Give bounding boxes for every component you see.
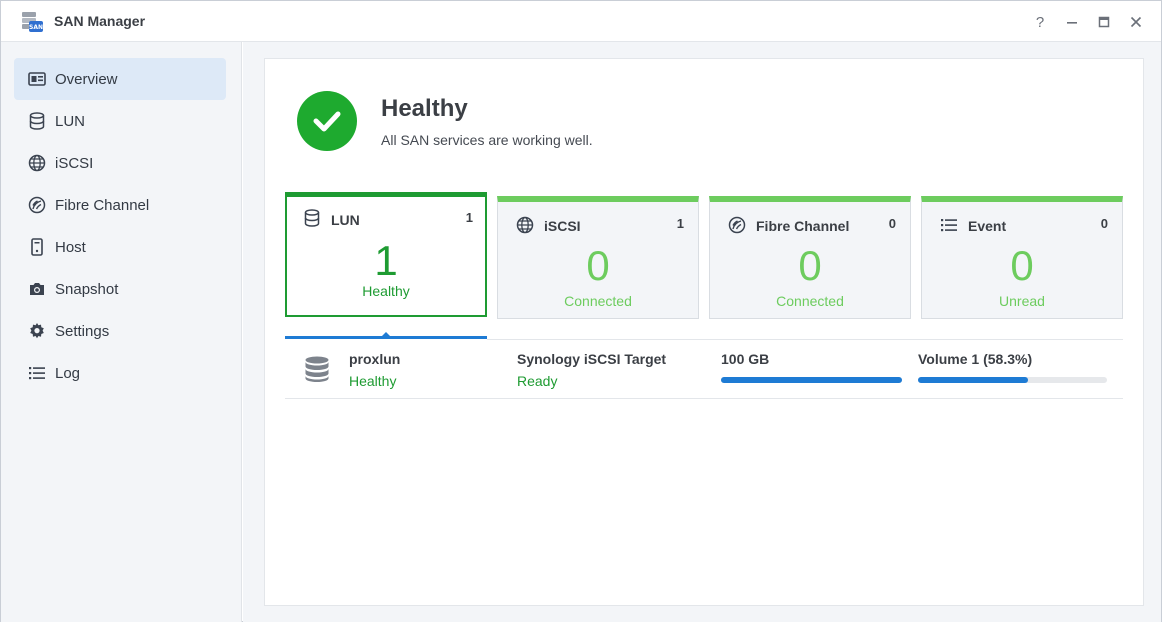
globe-icon: [28, 154, 46, 172]
card-value: 0: [1010, 242, 1034, 289]
fibre-channel-icon: [28, 196, 46, 214]
maximize-button[interactable]: [1093, 11, 1115, 33]
sidebar-item-label: Overview: [55, 70, 118, 88]
host-icon: [28, 238, 46, 256]
volume-usage: Volume 1 (58.3%): [918, 351, 1033, 367]
sidebar-item-fibre-channel[interactable]: Fibre Channel: [14, 184, 226, 226]
volume-usage-bar-fill: [918, 377, 1029, 383]
san-manager-app-icon: SAN: [22, 12, 43, 32]
status-healthy-badge: [297, 91, 357, 151]
card-count: 1: [465, 210, 473, 225]
gear-icon: [28, 322, 46, 340]
lun-name: proxlun: [349, 351, 401, 367]
lun-size-bar-fill: [721, 377, 902, 383]
card-event[interactable]: Event 0 0 Unread: [921, 196, 1123, 319]
card-value: 0: [798, 242, 822, 289]
card-lun[interactable]: LUN 1 1 Healthy: [285, 192, 487, 317]
database-icon: [303, 209, 321, 227]
card-state: Healthy: [362, 283, 410, 299]
minimize-button[interactable]: [1061, 11, 1083, 33]
sidebar-item-label: LUN: [55, 112, 86, 130]
list-icon: [28, 364, 46, 382]
card-title: iSCSI: [544, 218, 581, 234]
san-manager-window: SAN SAN Manager ? Overview LUN iSCSI Fib…: [0, 0, 1162, 622]
window-controls: ?: [1029, 11, 1147, 33]
lun-size: 100 GB: [721, 351, 770, 367]
sidebar: Overview LUN iSCSI Fibre Channel Host Sn…: [1, 42, 242, 622]
sidebar-item-label: Host: [55, 238, 86, 256]
sidebar-item-label: Settings: [55, 322, 110, 340]
card-title: LUN: [331, 212, 360, 228]
sidebar-item-log[interactable]: Log: [14, 352, 226, 394]
fibre-channel-icon: [728, 216, 746, 234]
help-button[interactable]: ?: [1029, 11, 1051, 33]
list-divider: [487, 339, 1123, 340]
sidebar-item-lun[interactable]: LUN: [14, 100, 226, 142]
sidebar-item-label: Log: [55, 364, 81, 382]
camera-icon: [28, 280, 46, 298]
close-button[interactable]: [1125, 11, 1147, 33]
lun-status: Healthy: [349, 373, 397, 389]
card-title: Fibre Channel: [756, 218, 850, 234]
sidebar-item-label: Fibre Channel: [55, 196, 150, 214]
title-bar: SAN SAN Manager ?: [1, 1, 1161, 42]
database-icon: [28, 112, 46, 130]
globe-icon: [516, 216, 534, 234]
lun-size-bar: [721, 377, 902, 383]
status-title: Healthy: [381, 95, 468, 122]
sidebar-item-settings[interactable]: Settings: [14, 310, 226, 352]
window-title: SAN Manager: [54, 13, 146, 29]
card-value: 1: [374, 237, 398, 284]
close-icon: [1130, 16, 1142, 28]
sidebar-item-label: Snapshot: [55, 280, 119, 298]
status-subtitle: All SAN services are working well.: [381, 132, 593, 148]
card-state: Unread: [999, 293, 1045, 309]
card-iscsi[interactable]: iSCSI 1 0 Connected: [497, 196, 699, 319]
database-icon: [305, 356, 329, 382]
sidebar-item-host[interactable]: Host: [14, 226, 226, 268]
list-divider: [285, 398, 1123, 399]
card-count: 0: [1100, 216, 1108, 231]
overview-panel: Healthy All SAN services are working wel…: [264, 58, 1144, 606]
card-count: 0: [888, 216, 896, 231]
card-title: Event: [968, 218, 1007, 234]
card-count: 1: [676, 216, 684, 231]
sidebar-item-label: iSCSI: [55, 154, 94, 172]
help-icon: ?: [1035, 13, 1045, 31]
card-fibre-channel[interactable]: Fibre Channel 0 0 Connected: [709, 196, 911, 319]
lun-target-status: Ready: [517, 373, 558, 389]
lun-target: Synology iSCSI Target: [517, 351, 667, 367]
checkmark-icon: [313, 111, 341, 132]
app-icon-text: SAN: [29, 24, 43, 31]
selection-indicator-bar: [285, 336, 487, 339]
card-state: Connected: [776, 293, 844, 309]
card-state: Connected: [564, 293, 632, 309]
card-value: 0: [586, 242, 610, 289]
sidebar-item-overview[interactable]: Overview: [14, 58, 226, 100]
list-icon: [940, 216, 958, 234]
sidebar-item-snapshot[interactable]: Snapshot: [14, 268, 226, 310]
main-content: Healthy All SAN services are working wel…: [243, 42, 1161, 622]
overview-icon: [28, 70, 46, 88]
volume-usage-bar: [918, 377, 1107, 383]
maximize-icon: [1098, 16, 1110, 28]
sidebar-item-iscsi[interactable]: iSCSI: [14, 142, 226, 184]
minimize-icon: [1067, 22, 1077, 24]
